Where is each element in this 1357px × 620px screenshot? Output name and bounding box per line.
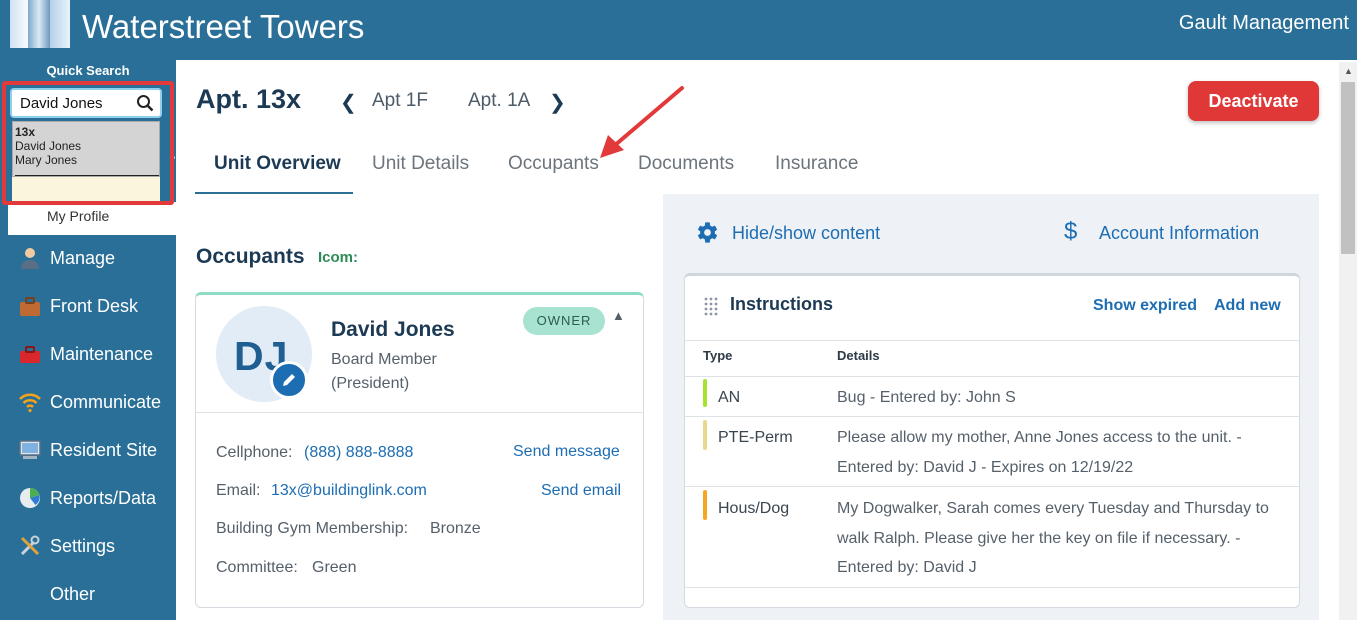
building-logo[interactable] (10, 0, 70, 48)
chevron-down-icon: ▼ (168, 154, 177, 164)
quick-search-input[interactable]: David Jones (10, 88, 162, 118)
nav-item-reports-data[interactable]: Reports/Data (0, 477, 176, 521)
email-label: Email: (216, 482, 261, 499)
nav-label: Reports/Data (50, 488, 157, 508)
nav-label: Resident Site (50, 440, 158, 460)
tools-icon (20, 535, 40, 556)
gear-icon[interactable] (693, 219, 720, 246)
sidebar: Quick Search David Jones 13x David Jones… (0, 60, 177, 620)
quick-search-results: 13x David Jones Mary Jones (12, 121, 160, 177)
quick-search-value: David Jones (20, 95, 103, 112)
edit-occupant-button[interactable] (270, 361, 308, 399)
nav-item-settings[interactable]: Settings (0, 525, 176, 569)
search-result-unit[interactable]: 13x (15, 125, 157, 139)
instruction-type: PTE-Perm (718, 429, 793, 446)
tab-occupants[interactable]: Occupants (508, 153, 599, 175)
cellphone-link[interactable]: (888) 888-8888 (304, 444, 413, 462)
divider (685, 376, 1299, 377)
send-email-link[interactable]: Send email (541, 482, 621, 500)
instruction-type: Hous/Dog (718, 500, 790, 517)
account-information-link[interactable]: Account Information (1099, 223, 1259, 244)
scrollbar-thumb[interactable] (1341, 82, 1355, 254)
column-header-details: Details (837, 348, 880, 363)
committee-label: Committee: (216, 559, 298, 576)
nav-item-front-desk[interactable]: Front Desk (0, 285, 176, 329)
column-header-type: Type (703, 348, 733, 363)
instructions-title: Instructions (730, 294, 834, 314)
occupant-role: Board Member (President) (331, 351, 437, 392)
my-profile-link[interactable]: My Profile (47, 208, 109, 224)
search-result-occupant[interactable]: David Jones (15, 139, 157, 153)
person-icon (21, 248, 39, 269)
chevron-up-icon[interactable]: ▲ (612, 308, 625, 323)
briefcase-icon (20, 297, 40, 316)
type-color-bar (703, 420, 707, 450)
divider (685, 587, 1299, 588)
instruction-details: Bug - Entered by: John S (837, 389, 1016, 406)
show-expired-link[interactable]: Show expired (1093, 297, 1197, 315)
committee-value: Green (312, 559, 357, 576)
occupant-name[interactable]: David Jones (331, 318, 455, 342)
annotation-arrow-icon (600, 86, 684, 158)
top-header: Waterstreet Towers Gault Management (0, 0, 1357, 60)
dollar-icon: $ (1064, 218, 1078, 245)
toolbox-icon (20, 346, 40, 363)
send-message-link[interactable]: Send message (513, 443, 620, 461)
tab-unit-details[interactable]: Unit Details (372, 153, 469, 175)
nav-label: Other (50, 584, 96, 604)
tab-unit-overview[interactable]: Unit Overview (214, 153, 341, 175)
search-dropdown-footer (12, 177, 160, 201)
company-name: Gault Management (1178, 12, 1349, 34)
gym-membership-value: Bronze (430, 520, 481, 537)
nav-item-other[interactable]: Other (0, 573, 176, 617)
drag-handle-icon[interactable] (703, 296, 719, 316)
quick-search-label: Quick Search (46, 63, 130, 78)
nav-label: Front Desk (50, 296, 139, 316)
page-title: Apt. 13x (196, 84, 302, 114)
search-icon[interactable] (136, 94, 154, 112)
site-title[interactable]: Waterstreet Towers (82, 8, 364, 46)
deactivate-button[interactable]: Deactivate (1188, 81, 1319, 121)
cellphone-label: Cellphone: (216, 444, 293, 461)
occupants-heading: Occupants (196, 245, 305, 268)
email-link[interactable]: 13x@buildinglink.com (271, 482, 427, 500)
chevron-right-icon[interactable]: ❯ (549, 90, 566, 115)
card-divider (195, 412, 644, 413)
wifi-icon (19, 393, 41, 413)
pie-chart-icon (20, 488, 40, 508)
previous-apartment-link[interactable]: Apt 1F (372, 90, 428, 112)
next-apartment-link[interactable]: Apt. 1A (468, 90, 530, 112)
divider (685, 486, 1299, 487)
active-tab-indicator (195, 192, 353, 194)
nav-label: Settings (50, 536, 116, 556)
instruction-details: Please allow my mother, Anne Jones acces… (837, 429, 1242, 476)
divider (685, 340, 1299, 341)
nav-label: Communicate (50, 392, 162, 412)
status-badge: OWNER (523, 307, 605, 335)
nav-item-resident-site[interactable]: Resident Site (0, 429, 176, 473)
gym-membership-label: Building Gym Membership: (216, 520, 409, 537)
tab-insurance[interactable]: Insurance (775, 153, 858, 175)
search-result-occupant[interactable]: Mary Jones (15, 153, 157, 167)
nav-label: Manage (50, 248, 116, 268)
type-color-bar (703, 490, 707, 520)
icom-label: Icom: (318, 249, 359, 266)
divider (685, 416, 1299, 417)
scroll-up-icon[interactable]: ▲ (1344, 66, 1353, 76)
nav-item-manage[interactable]: Manage (0, 237, 176, 281)
hide-show-content-link[interactable]: Hide/show content (732, 223, 880, 244)
nav-item-communicate[interactable]: Communicate (0, 381, 176, 425)
chevron-left-icon[interactable]: ❮ (340, 90, 357, 115)
type-color-bar (703, 379, 707, 407)
add-new-link[interactable]: Add new (1214, 297, 1281, 315)
instruction-details: My Dogwalker, Sarah comes every Tuesday … (837, 500, 1269, 576)
instruction-type: AN (718, 389, 741, 406)
nav-label: Maintenance (50, 344, 154, 364)
pencil-icon (283, 374, 295, 386)
monitor-icon (19, 440, 41, 459)
nav-item-maintenance[interactable]: Maintenance (0, 333, 176, 377)
